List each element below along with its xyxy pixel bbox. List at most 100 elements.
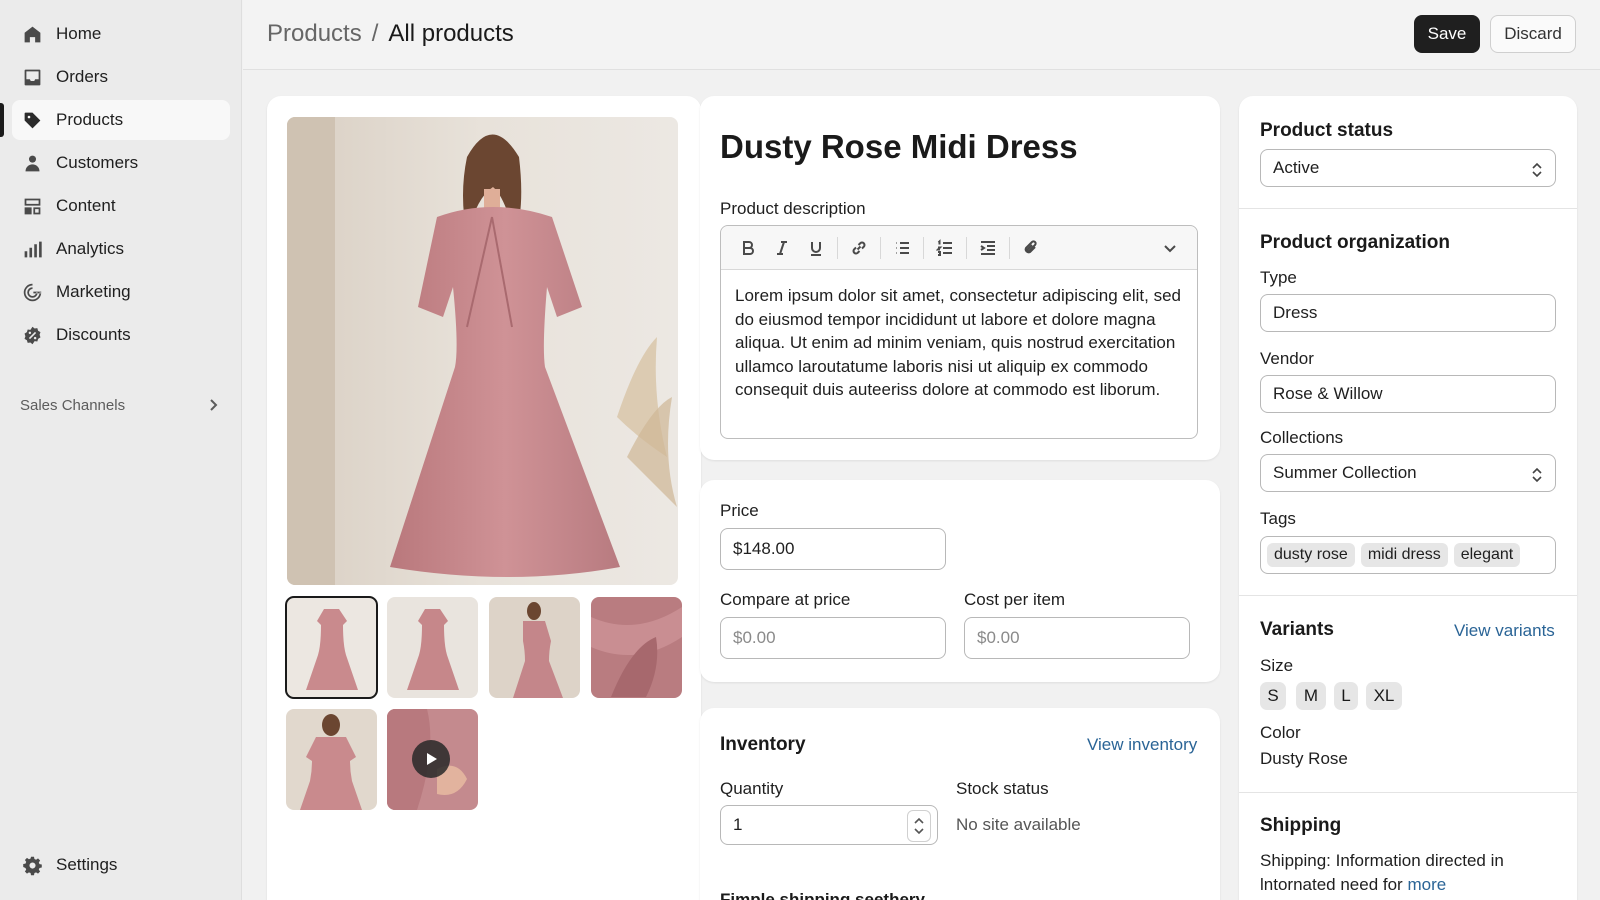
tags-input[interactable]: dusty rose midi dress elegant <box>1260 536 1556 574</box>
sidebar-item-marketing[interactable]: Marketing <box>12 272 230 312</box>
active-indicator <box>0 103 4 137</box>
vendor-input[interactable]: Rose & Willow <box>1260 375 1556 413</box>
bulleted-list-icon <box>896 241 909 254</box>
sidebar-item-label: Discounts <box>56 325 131 344</box>
shipping-text-line1: Shipping: Information directed in <box>1260 851 1504 870</box>
sidebar-item-customers[interactable]: Customers <box>12 143 230 183</box>
underline-button[interactable] <box>799 233 833 263</box>
indent-button[interactable] <box>971 233 1005 263</box>
size-chip-s[interactable]: S <box>1260 682 1286 710</box>
shipping-text-line2: lntornated need for more <box>1260 875 1446 895</box>
stepper-control[interactable] <box>907 810 931 842</box>
view-inventory-link[interactable]: View inventory <box>1087 735 1197 755</box>
sidebar-item-analytics[interactable]: Analytics <box>12 229 230 269</box>
sidebar-item-products[interactable]: Products <box>12 100 230 140</box>
size-chip-xl[interactable]: XL <box>1366 682 1402 710</box>
cost-per-item-label: Cost per item <box>964 590 1066 609</box>
tag-chip[interactable]: elegant <box>1453 543 1521 567</box>
link-icon <box>852 241 866 254</box>
variants-title: Variants <box>1260 619 1334 640</box>
sidebar-item-settings[interactable]: Settings <box>12 845 230 885</box>
size-chip-l[interactable]: L <box>1334 682 1358 710</box>
toolbar-divider <box>966 236 967 259</box>
sidebar-item-discounts[interactable]: Discounts <box>12 315 230 355</box>
cost-per-item-input[interactable]: $0.00 <box>964 617 1190 659</box>
collections-value: Summer Collection <box>1273 463 1417 482</box>
save-button[interactable]: Save <box>1414 15 1480 53</box>
sales-channels-label: Sales Channels <box>20 396 126 414</box>
breadcrumb-separator: / <box>371 20 379 47</box>
description-label: Product description <box>720 199 866 218</box>
shipping-more-link[interactable]: more <box>1407 875 1446 894</box>
thumbnail-5[interactable] <box>286 709 377 810</box>
sidebar-item-home[interactable]: Home <box>12 14 230 54</box>
price-label: Price <box>720 501 759 520</box>
chevron-down-icon <box>1164 244 1176 252</box>
bold-icon <box>743 240 754 255</box>
thumbnail-2[interactable] <box>387 597 478 698</box>
product-status-select[interactable]: Active <box>1260 149 1556 187</box>
shipping-text: lntornated need for <box>1260 875 1403 894</box>
sidebar-item-content[interactable]: Content <box>12 186 230 226</box>
product-title[interactable]: Dusty Rose Midi Dress <box>720 128 1078 166</box>
thumbnail-4[interactable] <box>591 597 682 698</box>
description-text[interactable]: Lorem ipsum dolor sit amet, consectetur … <box>721 270 1197 402</box>
sidebar-item-orders[interactable]: Orders <box>12 57 230 97</box>
play-button[interactable] <box>412 740 450 778</box>
breadcrumb: Products / All products <box>267 20 514 48</box>
italic-button[interactable] <box>765 233 799 263</box>
video-thumbnail[interactable] <box>387 709 478 810</box>
layout-icon <box>21 195 43 217</box>
type-label: Type <box>1260 268 1297 287</box>
link-button[interactable] <box>842 233 876 263</box>
breadcrumb-products-link[interactable]: Products <box>267 20 362 48</box>
collections-select[interactable]: Summer Collection <box>1260 454 1556 492</box>
tag-chip[interactable]: dusty rose <box>1267 543 1355 567</box>
paperclip-icon <box>1024 239 1037 253</box>
bulleted-list-button[interactable] <box>885 233 919 263</box>
chevron-right-icon <box>210 399 218 411</box>
sidebar-item-label: Marketing <box>56 282 131 301</box>
quantity-value: 1 <box>733 815 743 834</box>
main-product-image[interactable] <box>287 117 678 585</box>
indent-icon <box>980 240 995 255</box>
toolbar-divider <box>923 236 924 259</box>
underline-icon <box>811 241 821 256</box>
price-input[interactable]: $148.00 <box>720 528 946 570</box>
size-chip-m[interactable]: M <box>1296 682 1326 710</box>
toolbar-divider <box>880 236 881 259</box>
vendor-label: Vendor <box>1260 349 1314 368</box>
tag-icon <box>21 109 43 131</box>
sales-channels-toggle[interactable]: Sales Channels <box>20 392 220 418</box>
section-divider <box>1239 208 1577 209</box>
bold-button[interactable] <box>731 233 765 263</box>
thumbnail-1[interactable] <box>285 596 378 699</box>
thumbnail-3[interactable] <box>489 597 580 698</box>
attachment-button[interactable] <box>1014 233 1048 263</box>
home-icon <box>21 23 43 45</box>
compare-price-input[interactable]: $0.00 <box>720 617 946 659</box>
chevron-up-icon <box>914 817 924 824</box>
discard-button[interactable]: Discard <box>1490 15 1576 53</box>
quantity-stepper[interactable]: 1 <box>720 805 938 845</box>
sidebar-item-label: Analytics <box>56 239 125 258</box>
select-arrows-icon <box>1532 162 1542 178</box>
target-icon <box>21 281 43 303</box>
color-value: Dusty Rose <box>1260 749 1348 768</box>
sidebar-item-label: Settings <box>56 855 118 874</box>
select-arrows-icon <box>1532 467 1542 483</box>
inbox-icon <box>21 66 43 88</box>
gear-icon <box>21 854 43 876</box>
inventory-title: Inventory <box>720 734 806 755</box>
type-input[interactable]: Dress <box>1260 294 1556 332</box>
sidebar-item-label: Home <box>56 24 102 43</box>
discount-icon <box>21 324 43 346</box>
stock-status-label: Stock status <box>956 779 1049 798</box>
view-variants-link[interactable]: View variants <box>1454 621 1555 641</box>
description-editor[interactable]: Lorem ipsum dolor sit amet, consectetur … <box>720 225 1198 439</box>
compare-price-label: Compare at price <box>720 590 851 609</box>
numbered-list-button[interactable] <box>928 233 962 263</box>
more-tools-button[interactable] <box>1153 233 1187 263</box>
numbered-list-icon <box>936 238 952 256</box>
tag-chip[interactable]: midi dress <box>1360 543 1448 567</box>
